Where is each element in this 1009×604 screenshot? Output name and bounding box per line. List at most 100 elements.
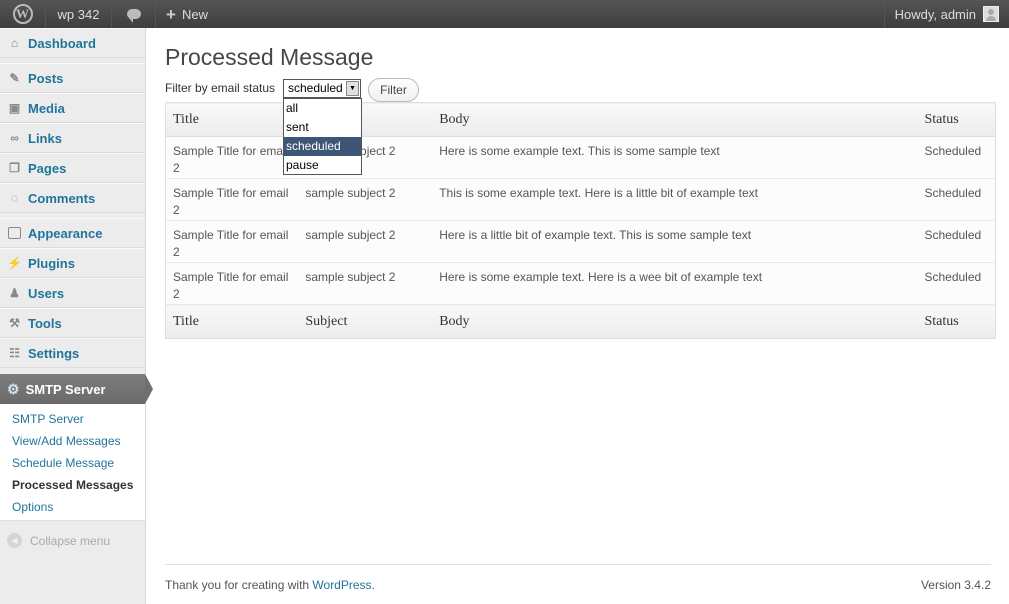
table-footer-row: Title Subject Body Status	[165, 304, 996, 339]
tools-icon: ⚒	[9, 316, 20, 330]
sidebar-item-label: Settings	[28, 345, 80, 361]
sidebar-item-label: Links	[28, 130, 62, 146]
sidebar-item-label: Appearance	[28, 225, 103, 241]
cell-subject: sample subject 2	[298, 178, 433, 221]
sidebar-item-pages[interactable]: ❐ Pages	[0, 153, 145, 183]
site-name-label: wp 342	[57, 6, 100, 22]
sidebar-item-appearance[interactable]: Appearance	[0, 218, 145, 248]
sidebar-item-label: Pages	[28, 160, 67, 176]
cell-title: Sample Title for email 2	[165, 262, 299, 305]
collapse-menu-button[interactable]: ◀ Collapse menu	[0, 533, 145, 548]
footer-thanks-suffix: .	[371, 577, 375, 592]
comments-icon: ◌	[10, 191, 19, 205]
dropdown-option-sent[interactable]: sent	[284, 118, 361, 137]
gear-icon: ⚙	[7, 380, 20, 397]
wordpress-logo-icon: W	[12, 4, 33, 24]
link-icon: ∞	[10, 131, 19, 145]
cell-subject: sample subject 2	[298, 220, 433, 263]
filter-row: Filter by email status scheduled ▼ Filte…	[165, 75, 996, 175]
users-icon: ♟	[9, 286, 20, 300]
pushpin-icon: ✎	[9, 71, 20, 85]
column-header-status: Status	[917, 102, 996, 137]
pages-icon: ❐	[9, 161, 20, 175]
sidebar-item-label: Posts	[28, 70, 64, 86]
plus-icon: +	[166, 4, 176, 24]
cell-body: This is some example text. Here is a lit…	[432, 178, 918, 221]
table-row: Sample Title for email 2 sample subject …	[165, 262, 996, 305]
media-icon: ▣	[8, 101, 21, 115]
sidebar-item-smtp-server[interactable]: ⚙ SMTP Server	[0, 374, 153, 404]
footer-thanks: Thank you for creating with WordPress.	[165, 578, 375, 592]
avatar	[983, 6, 999, 22]
sidebar-item-users[interactable]: ♟ Users	[0, 278, 145, 308]
column-footer-body: Body	[432, 304, 918, 339]
wordpress-link[interactable]: WordPress	[312, 578, 371, 592]
sidebar-item-comments[interactable]: ◌ Comments	[0, 183, 145, 213]
admin-sidebar: ⌂ Dashboard ✎ Posts ▣ Media ∞ Links ❐ Pa…	[0, 28, 153, 604]
wordpress-logo-button[interactable]: W	[0, 0, 46, 28]
settings-icon: ☷	[9, 346, 20, 360]
collapse-menu-label: Collapse menu	[30, 533, 111, 548]
sidebar-item-tools[interactable]: ⚒ Tools	[0, 308, 145, 338]
account-menu[interactable]: Howdy, admin	[883, 0, 1009, 28]
cell-body: Here is some example text. This is some …	[432, 136, 918, 179]
column-footer-subject: Subject	[298, 304, 433, 339]
chevron-down-icon: ▼	[346, 81, 359, 96]
site-name-link[interactable]: wp 342	[46, 0, 112, 28]
version-label: Version 3.4.2	[920, 577, 991, 592]
sidebar-item-label: Users	[28, 285, 65, 301]
admin-bar: W wp 342 + New Howdy, admin	[0, 0, 1009, 28]
dropdown-option-pause[interactable]: pause	[284, 156, 361, 175]
email-status-select-value: scheduled	[288, 81, 343, 95]
comments-button[interactable]	[112, 0, 156, 28]
cell-status: Scheduled	[917, 220, 996, 263]
cell-status: Scheduled	[917, 178, 996, 221]
cell-title: Sample Title for email 2	[165, 136, 299, 179]
comment-bubble-icon	[126, 9, 141, 23]
sidebar-item-label: Plugins	[28, 255, 75, 271]
new-content-button[interactable]: + New	[156, 0, 218, 28]
submenu-item-view-add-messages[interactable]: View/Add Messages	[0, 430, 145, 452]
sidebar-item-label: Comments	[28, 190, 96, 206]
sidebar-item-label: Dashboard	[28, 35, 96, 51]
dropdown-option-scheduled[interactable]: scheduled	[284, 137, 361, 156]
main-content: Processed Message Filter by email status…	[165, 28, 996, 339]
table-row: Sample Title for email 2 sample subject …	[165, 178, 996, 221]
dropdown-option-all[interactable]: all	[284, 99, 361, 118]
column-header-body: Body	[432, 102, 918, 137]
email-status-select[interactable]: scheduled ▼	[283, 79, 361, 98]
sidebar-item-dashboard[interactable]: ⌂ Dashboard	[0, 28, 145, 58]
sidebar-item-plugins[interactable]: ⚡ Plugins	[0, 248, 145, 278]
filter-button[interactable]: Filter	[368, 78, 419, 102]
submenu-item-options[interactable]: Options	[0, 496, 145, 518]
sidebar-item-settings[interactable]: ☷ Settings	[0, 338, 145, 368]
cell-title: Sample Title for email 2	[165, 178, 299, 221]
sidebar-item-label: SMTP Server	[25, 381, 106, 397]
admin-footer: Thank you for creating with WordPress. V…	[165, 564, 991, 604]
column-footer-title: Title	[165, 304, 299, 339]
cell-body: Here is some example text. Here is a wee…	[432, 262, 918, 305]
sidebar-item-media[interactable]: ▣ Media	[0, 93, 145, 123]
table-row: Sample Title for email 2 sample subject …	[165, 220, 996, 263]
column-footer-status: Status	[917, 304, 996, 339]
sidebar-item-label: Media	[28, 100, 65, 116]
dashboard-icon: ⌂	[10, 36, 19, 50]
new-content-label: New	[181, 6, 208, 22]
cell-title: Sample Title for email 2	[165, 220, 299, 263]
collapse-arrow-icon: ◀	[7, 533, 22, 548]
submenu-item-processed-messages[interactable]: Processed Messages	[0, 474, 145, 496]
submenu-item-schedule-message[interactable]: Schedule Message	[0, 452, 145, 474]
cell-body: Here is a little bit of example text. Th…	[432, 220, 918, 263]
footer-thanks-prefix: Thank you for creating with	[165, 577, 313, 592]
appearance-icon	[7, 226, 22, 241]
sidebar-item-links[interactable]: ∞ Links	[0, 123, 145, 153]
cell-subject: sample subject 2	[298, 262, 433, 305]
cell-status: Scheduled	[917, 136, 996, 179]
cell-status: Scheduled	[917, 262, 996, 305]
sidebar-item-label: Tools	[28, 315, 62, 331]
page-title: Processed Message	[165, 44, 374, 70]
filter-label: Filter by email status	[165, 81, 276, 95]
submenu-item-smtp-server[interactable]: SMTP Server	[0, 408, 145, 430]
smtp-submenu: SMTP Server View/Add Messages Schedule M…	[0, 404, 145, 521]
sidebar-item-posts[interactable]: ✎ Posts	[0, 63, 145, 93]
